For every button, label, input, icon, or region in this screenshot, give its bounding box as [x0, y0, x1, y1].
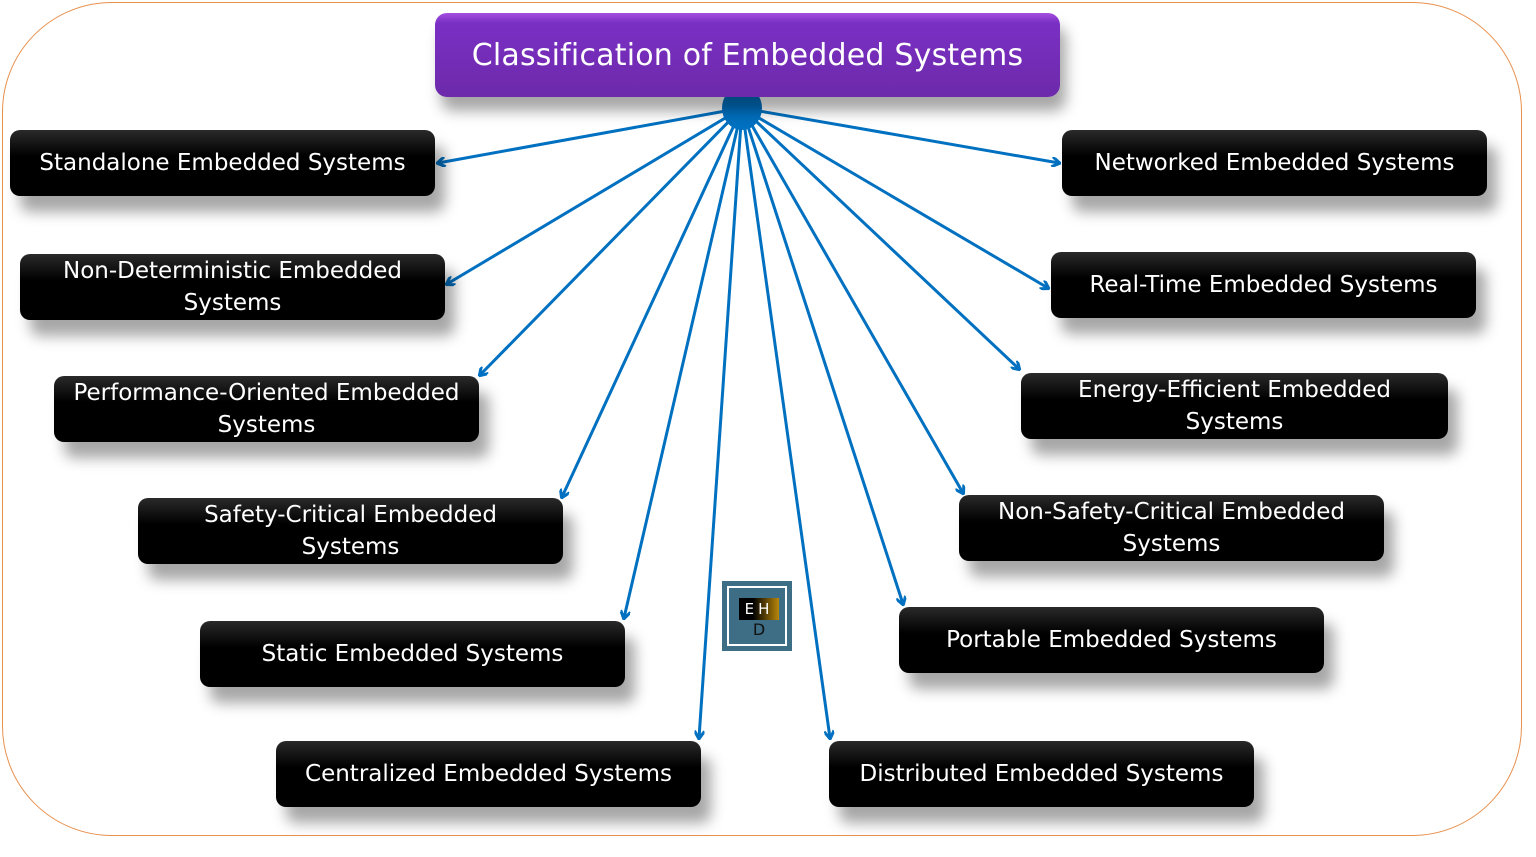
node-non-safety-critical: Non-Safety-Critical Embedded Systems — [959, 495, 1384, 561]
logo-top-text: EH — [739, 598, 779, 620]
diagram-title: Classification of Embedded Systems — [435, 13, 1060, 97]
connector-arrow-non-safety-critical — [740, 107, 963, 493]
node-centralized: Centralized Embedded Systems — [276, 741, 701, 807]
node-performance-oriented: Performance-Oriented Embedded Systems — [54, 376, 479, 442]
node-real-time: Real-Time Embedded Systems — [1051, 252, 1476, 318]
node-distributed: Distributed Embedded Systems — [829, 741, 1254, 807]
node-portable: Portable Embedded Systems — [899, 607, 1324, 673]
node-standalone: Standalone Embedded Systems — [10, 130, 435, 196]
node-energy-efficient: Energy-Efficient Embedded Systems — [1021, 373, 1448, 439]
ehd-logo: EH D — [722, 581, 792, 651]
node-networked: Networked Embedded Systems — [1062, 130, 1487, 196]
logo-bottom-text: D — [752, 620, 766, 639]
node-static: Static Embedded Systems — [200, 621, 625, 687]
node-non-deterministic: Non-Deterministic Embedded Systems — [20, 254, 445, 320]
connector-arrow-safety-critical — [562, 107, 744, 497]
node-safety-critical: Safety-Critical Embedded Systems — [138, 498, 563, 564]
